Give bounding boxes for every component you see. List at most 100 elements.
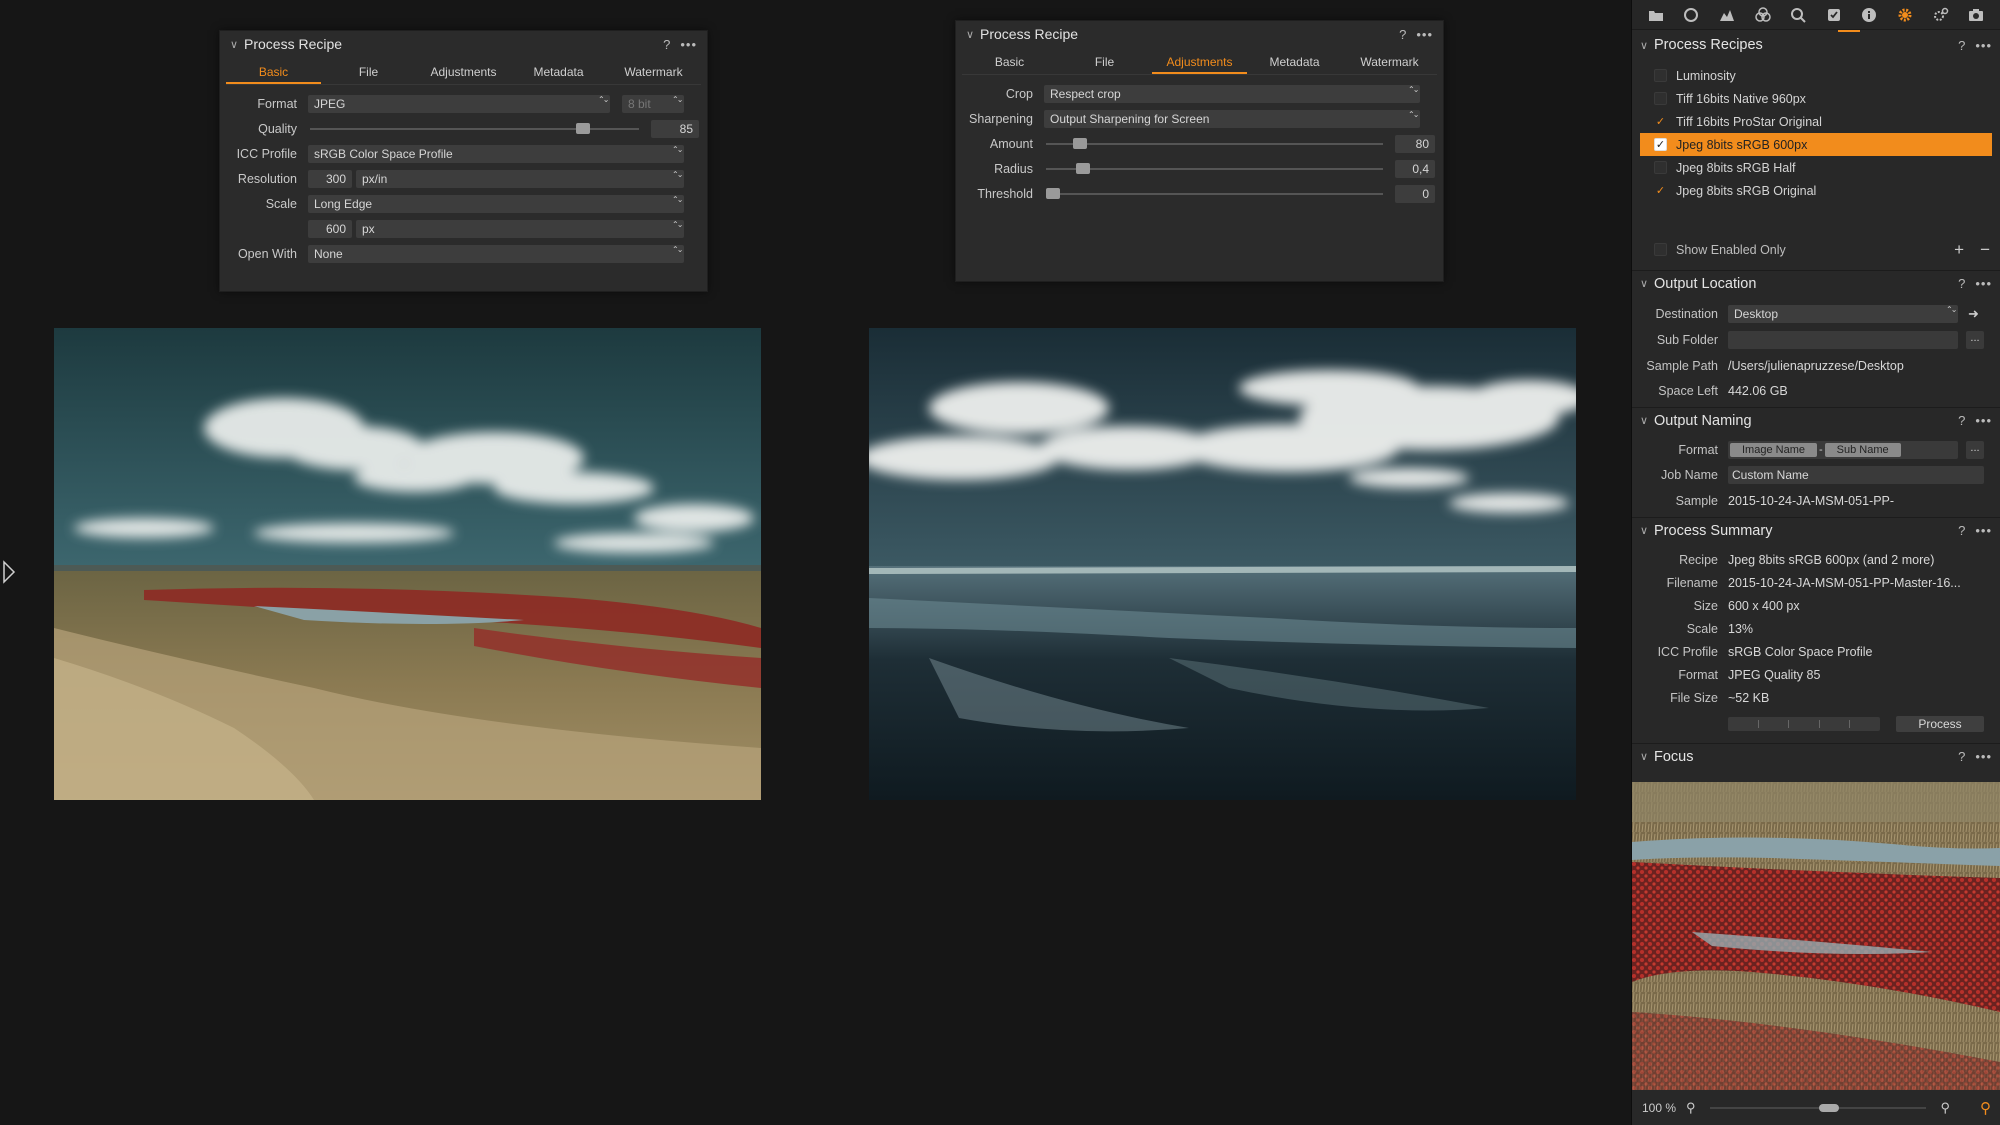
destination-select[interactable]: Desktop (1728, 305, 1958, 323)
sub-folder-input[interactable] (1728, 331, 1958, 349)
tab-file[interactable]: File (321, 61, 416, 84)
tab-basic[interactable]: Basic (962, 51, 1057, 74)
radius-slider[interactable] (1046, 160, 1383, 178)
quality-slider-knob[interactable] (576, 122, 591, 134)
tab-watermark[interactable]: Watermark (606, 61, 701, 84)
format-select[interactable]: JPEG (308, 94, 610, 113)
photo-tidal-flats[interactable] (869, 328, 1576, 800)
folder-icon[interactable] (1648, 7, 1664, 23)
chevron-down-icon[interactable]: ∨ (1640, 39, 1654, 52)
more-icon[interactable]: ••• (1975, 38, 1992, 53)
histogram-icon[interactable] (1719, 7, 1735, 23)
zoom-in-icon[interactable]: ⚲ (1940, 1100, 1950, 1116)
chevron-down-icon[interactable]: ∨ (1640, 414, 1654, 427)
tab-basic[interactable]: Basic (226, 61, 321, 84)
crop-select[interactable]: Respect crop (1044, 84, 1420, 103)
settings-icon[interactable] (1933, 7, 1949, 23)
tab-watermark[interactable]: Watermark (1342, 51, 1437, 74)
show-enabled-only-checkbox[interactable] (1654, 243, 1667, 256)
help-icon[interactable]: ? (1958, 413, 1965, 428)
recipe-tabs: Basic File Adjustments Metadata Watermar… (962, 51, 1437, 75)
scale-select[interactable]: Long Edge (308, 194, 684, 213)
icc-profile-select[interactable]: sRGB Color Space Profile (308, 144, 684, 163)
amount-value[interactable]: 80 (1395, 134, 1435, 153)
chevron-down-icon[interactable]: ∨ (966, 28, 980, 41)
scale-size-value[interactable]: 600 (308, 219, 352, 238)
threshold-value[interactable]: 0 (1395, 184, 1435, 203)
chevron-down-icon[interactable]: ∨ (230, 38, 244, 51)
recipe-item[interactable]: Tiff 16bits Native 960px (1640, 87, 1992, 110)
more-icon[interactable]: ••• (1416, 27, 1433, 42)
scale-unit-select[interactable]: px (356, 219, 684, 238)
more-icon[interactable]: ••• (1975, 749, 1992, 764)
tab-adjustments[interactable]: Adjustments (416, 61, 511, 84)
chevron-down-icon[interactable]: ∨ (1640, 524, 1654, 537)
threshold-slider[interactable] (1045, 185, 1383, 203)
job-name-input[interactable]: Custom Name (1728, 466, 1984, 484)
recipe-checkbox[interactable] (1654, 161, 1667, 174)
recipe-item[interactable]: ✓ Jpeg 8bits sRGB Original (1640, 179, 1992, 202)
sharpening-select[interactable]: Output Sharpening for Screen (1044, 109, 1420, 128)
recipe-item[interactable]: Jpeg 8bits sRGB Half (1640, 156, 1992, 179)
camera-icon[interactable] (1968, 7, 1984, 23)
recipe-label: Luminosity (1676, 68, 1736, 83)
gear-icon[interactable] (1897, 7, 1913, 23)
chevron-down-icon[interactable]: ∨ (1640, 277, 1654, 290)
chevron-down-icon[interactable]: ∨ (1640, 750, 1654, 763)
radius-value[interactable]: 0,4 (1395, 159, 1435, 178)
quality-value[interactable]: 85 (651, 119, 699, 138)
resolution-unit-select[interactable]: px/in (356, 169, 684, 188)
help-icon[interactable]: ? (1958, 749, 1965, 764)
color-icon[interactable] (1754, 6, 1771, 23)
help-icon[interactable]: ? (663, 37, 670, 52)
more-icon[interactable]: ••• (680, 37, 697, 52)
help-icon[interactable]: ? (1958, 276, 1965, 291)
amount-slider-knob[interactable] (1072, 137, 1087, 149)
zoom-out-icon[interactable]: ⚲ (1686, 1100, 1696, 1116)
radius-slider-knob[interactable] (1076, 162, 1091, 174)
token-sub-name[interactable]: Sub Name (1824, 442, 1901, 457)
add-recipe-icon[interactable]: + (1954, 240, 1964, 260)
tab-file[interactable]: File (1057, 51, 1152, 74)
sub-folder-browse-button[interactable]: ... (1966, 331, 1984, 349)
open-with-select[interactable]: None (308, 244, 684, 263)
token-image-name[interactable]: Image Name (1730, 442, 1817, 457)
focus-preview-image[interactable] (1632, 782, 2000, 1090)
naming-format-edit-button[interactable]: ... (1966, 440, 1984, 459)
loupe-icon[interactable]: ⚲ (1980, 1099, 1991, 1117)
recipe-checkbox[interactable]: ✓ (1654, 138, 1667, 151)
recipe-checkbox[interactable] (1654, 69, 1667, 82)
more-icon[interactable]: ••• (1975, 413, 1992, 428)
recipe-checkbox[interactable] (1654, 92, 1667, 105)
lens-icon[interactable] (1683, 7, 1699, 23)
recipe-item[interactable]: ✓ Jpeg 8bits sRGB 600px (1640, 133, 1992, 156)
bit-depth-select[interactable]: 8 bit (622, 94, 684, 113)
quality-slider[interactable] (310, 120, 639, 138)
info-icon[interactable] (1861, 7, 1877, 23)
threshold-slider-knob[interactable] (1045, 187, 1060, 199)
recipe-checkbox[interactable]: ✓ (1654, 115, 1667, 128)
more-icon[interactable]: ••• (1975, 276, 1992, 291)
expand-left-arrow-icon[interactable] (2, 560, 16, 584)
photo-marsh[interactable] (54, 328, 761, 800)
recipe-item[interactable]: ✓ Tiff 16bits ProStar Original (1640, 110, 1992, 133)
help-icon[interactable]: ? (1958, 523, 1965, 538)
more-icon[interactable]: ••• (1975, 523, 1992, 538)
remove-recipe-icon[interactable]: − (1980, 240, 1990, 260)
help-icon[interactable]: ? (1958, 38, 1965, 53)
resolution-value[interactable]: 300 (308, 169, 352, 188)
zoom-slider[interactable] (1709, 1099, 1927, 1117)
recipe-item[interactable]: Luminosity (1640, 64, 1992, 87)
zoom-slider-knob[interactable] (1818, 1103, 1839, 1112)
process-button[interactable]: Process (1896, 716, 1984, 732)
checklist-icon[interactable] (1826, 7, 1842, 23)
tab-metadata[interactable]: Metadata (511, 61, 606, 84)
amount-slider[interactable] (1046, 135, 1383, 153)
arrow-right-icon[interactable]: ➜ (1968, 306, 1979, 322)
tab-adjustments[interactable]: Adjustments (1152, 51, 1247, 74)
naming-format-field[interactable]: Image Name - Sub Name (1728, 440, 1958, 459)
details-icon[interactable] (1790, 7, 1806, 23)
tab-metadata[interactable]: Metadata (1247, 51, 1342, 74)
recipe-checkbox[interactable]: ✓ (1654, 184, 1667, 197)
help-icon[interactable]: ? (1399, 27, 1406, 42)
